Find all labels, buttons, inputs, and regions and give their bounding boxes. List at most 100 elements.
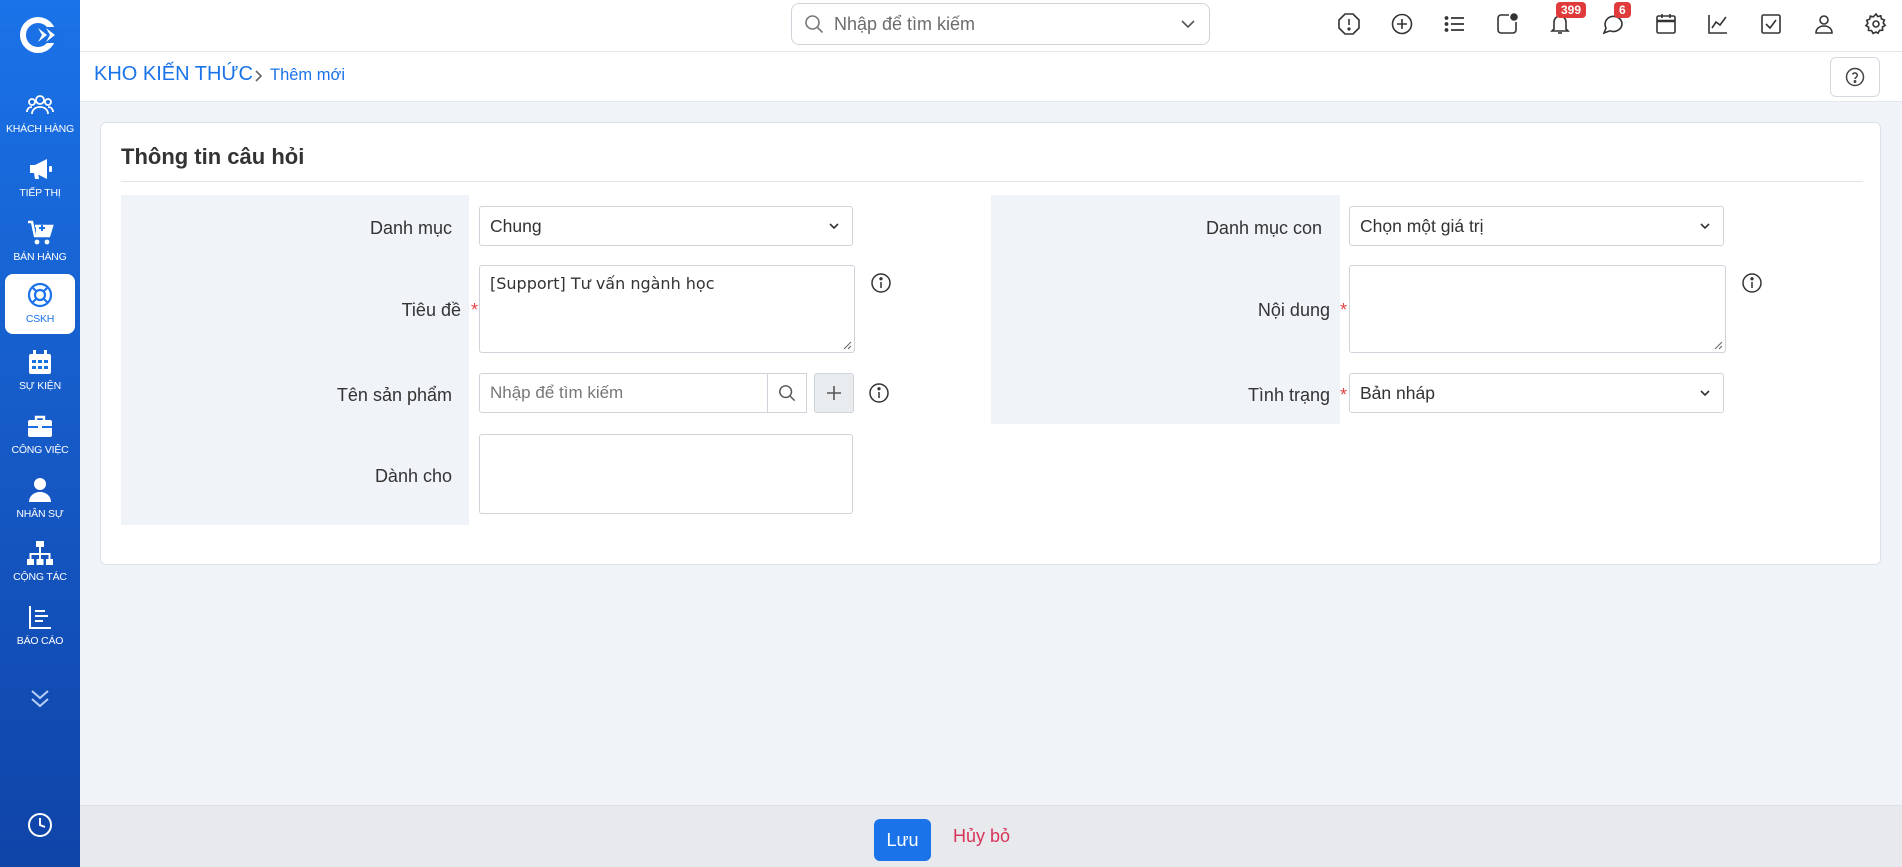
person-icon [29, 478, 51, 502]
notification-square-icon [1497, 13, 1518, 34]
sidebar-item-label: SỰ KIỆN [19, 380, 61, 392]
cancel-button[interactable]: Hủy bỏ [953, 826, 1010, 847]
form-footer: Lưu Hủy bỏ [80, 805, 1902, 867]
app-logo[interactable] [18, 15, 64, 55]
question-circle-icon [1845, 67, 1865, 87]
breadcrumb: KHO KIẾN THỨC Thêm mới [80, 52, 1902, 102]
chevron-down-icon [1700, 390, 1710, 397]
sidebar-item-tasks[interactable]: CÔNG VIỆC [5, 405, 75, 463]
chevron-right-icon [255, 70, 263, 82]
notifications-button[interactable]: 399 [1548, 2, 1587, 38]
sidebar-item-label: NHÂN SỰ [16, 508, 64, 520]
sidebar-item-hr[interactable]: NHÂN SỰ [5, 469, 75, 527]
clock-icon[interactable] [26, 811, 54, 839]
content-label: Nội dung * [1257, 300, 1347, 320]
list-icon [1444, 16, 1464, 32]
briefcase-icon [28, 415, 52, 437]
search-icon [779, 385, 796, 402]
sidebar-item-reports[interactable]: BÁO CÁO [5, 596, 75, 654]
card-title: Thông tin câu hỏi [121, 144, 305, 169]
sidebar-item-collaboration[interactable]: CỘNG TÁC [5, 532, 75, 590]
sidebar-item-label: KHÁCH HÀNG [5, 123, 74, 135]
plus-icon [827, 386, 841, 400]
sidebar-item-label: CÔNG VIỆC [11, 444, 69, 456]
category-select[interactable]: Chung [479, 206, 853, 246]
subcategory-label: Danh mục con [1205, 218, 1322, 238]
product-placeholder: Nhập để tìm kiếm [490, 383, 624, 402]
audience-label: Dành cho [374, 466, 452, 486]
top-bar: Nhập để tìm kiếm 399 6 [80, 0, 1902, 52]
status-label: Tình trạng * [1247, 385, 1347, 405]
sidebar-item-events[interactable]: SỰ KIỆN [5, 341, 75, 399]
tasks-button[interactable] [1759, 12, 1785, 38]
profile-button[interactable] [1812, 12, 1838, 38]
chart-line-icon [1708, 15, 1727, 34]
alert-button[interactable] [1337, 12, 1363, 38]
required-mark: * [1339, 385, 1347, 405]
help-button[interactable] [1830, 57, 1880, 97]
save-button[interactable]: Lưu [874, 819, 931, 861]
messages-button[interactable]: 6 [1601, 2, 1631, 38]
add-product-button[interactable] [814, 373, 854, 413]
calendar-icon [29, 350, 51, 374]
required-mark: * [1339, 300, 1347, 320]
user-icon [1815, 15, 1833, 34]
chevrons-down-icon[interactable] [26, 688, 54, 710]
title-label: Tiêu đề * [401, 300, 478, 320]
calendar-button[interactable] [1654, 12, 1680, 38]
alert-icon [1338, 13, 1360, 35]
sidebar-item-label: CSKH [25, 313, 55, 325]
sidebar-item-marketing[interactable]: TIẾP THỊ [5, 148, 75, 206]
report-icon [29, 606, 51, 629]
question-info-card: Thông tin câu hỏi Danh mục Chung Tiêu đề… [100, 122, 1881, 565]
plus-circle-icon [1391, 13, 1413, 35]
info-icon[interactable] [868, 382, 890, 404]
title-textarea[interactable]: [Support] Tư vấn ngành học [479, 265, 855, 353]
sidebar-item-customers[interactable]: KHÁCH HÀNG [5, 84, 75, 142]
category-label: Danh mục [369, 218, 452, 238]
megaphone-icon [30, 159, 52, 179]
audience-input[interactable] [479, 434, 853, 514]
sidebar-item-label: TIẾP THỊ [19, 187, 61, 199]
global-search[interactable]: Nhập để tìm kiếm [791, 3, 1210, 45]
product-search-input[interactable]: Nhập để tìm kiếm [479, 373, 768, 413]
title-value: [Support] Tư vấn ngành học [490, 274, 715, 293]
messages-badge: 6 [1614, 2, 1631, 18]
settings-button[interactable] [1864, 12, 1890, 38]
subcategory-select[interactable]: Chọn một giá trị [1349, 206, 1724, 246]
sidebar-item-cskh[interactable]: CSKH [5, 274, 75, 334]
notifications-badge: 399 [1556, 2, 1587, 18]
breadcrumb-root-link[interactable]: KHO KIẾN THỨC [94, 63, 253, 86]
product-label: Tên sản phẩm [336, 385, 452, 405]
category-value: Chung [490, 215, 542, 236]
sidebar-item-sales[interactable]: BÁN HÀNG [5, 212, 75, 270]
org-chart-icon [27, 541, 53, 565]
status-select[interactable]: Bản nháp [1349, 373, 1724, 413]
cart-icon [28, 220, 54, 245]
analytics-button[interactable] [1706, 12, 1732, 38]
product-search-button[interactable] [767, 373, 807, 413]
resize-handle-icon[interactable] [1714, 341, 1723, 350]
info-icon[interactable] [1741, 272, 1763, 294]
sidebar-item-label: BÁO CÁO [16, 635, 64, 647]
status-value: Bản nháp [1360, 382, 1435, 403]
add-button[interactable] [1390, 12, 1416, 38]
breadcrumb-current: Thêm mới [270, 66, 345, 84]
required-mark: * [470, 300, 478, 320]
resize-handle-icon[interactable] [843, 341, 852, 350]
activity-button[interactable] [1495, 12, 1521, 38]
sidebar: KHÁCH HÀNG TIẾP THỊ BÁN HÀNG CSKH SỰ KIỆ… [0, 0, 80, 867]
search-icon [805, 15, 824, 34]
chevron-down-icon [829, 223, 839, 230]
users-icon [26, 95, 54, 115]
info-icon[interactable] [870, 272, 892, 294]
chevron-down-icon [1700, 223, 1710, 230]
lifebuoy-icon [27, 282, 53, 308]
divider [121, 181, 1863, 182]
subcategory-value: Chọn một giá trị [1360, 215, 1484, 236]
search-placeholder: Nhập để tìm kiếm [834, 13, 976, 34]
chevron-down-icon [1181, 20, 1195, 29]
list-button[interactable] [1443, 12, 1469, 38]
content-textarea[interactable] [1349, 265, 1726, 353]
sidebar-item-label: BÁN HÀNG [13, 251, 67, 263]
